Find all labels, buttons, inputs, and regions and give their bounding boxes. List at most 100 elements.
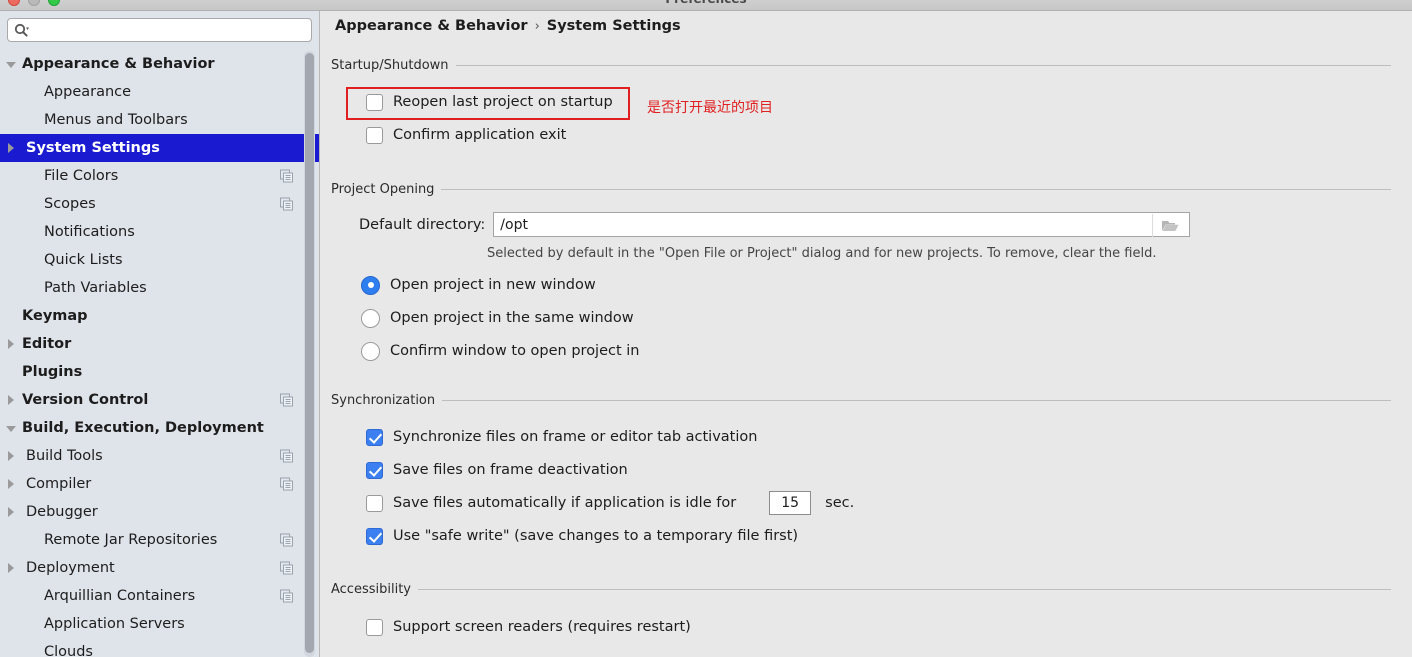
chevron-right-icon[interactable] <box>4 477 18 491</box>
default-directory-input[interactable] <box>494 216 1135 233</box>
sidebar-item-label: Menus and Toolbars <box>44 112 188 128</box>
sidebar-item-system-settings[interactable]: System Settings <box>0 134 319 162</box>
sync-on-activation-checkbox[interactable] <box>366 428 383 446</box>
default-directory-hint: Selected by default in the "Open File or… <box>487 246 1157 261</box>
sidebar-item-version-control[interactable]: Version Control <box>0 386 319 414</box>
row-sync-on-activation[interactable]: Synchronize files on frame or editor tab… <box>366 423 1391 451</box>
row-confirm-application-exit[interactable]: Confirm application exit <box>366 121 1391 149</box>
sidebar-item-quick-lists[interactable]: Quick Lists <box>0 246 319 274</box>
divider <box>442 399 1391 401</box>
sidebar-item-build-tools[interactable]: Build Tools <box>0 442 319 470</box>
sidebar-item-label: Scopes <box>44 196 96 212</box>
sidebar-item-compiler[interactable]: Compiler <box>0 470 319 498</box>
sidebar-item-plugins[interactable]: Plugins <box>0 358 319 386</box>
sidebar-item-appearance-behavior[interactable]: Appearance & Behavior <box>0 50 319 78</box>
save-on-deactivation-checkbox[interactable] <box>366 461 383 479</box>
row-save-when-idle[interactable]: Save files automatically if application … <box>366 489 1391 517</box>
group-accessibility-header: Accessibility <box>331 581 1391 597</box>
group-project-opening-header: Project Opening <box>331 181 1391 197</box>
safe-write-label: Use "safe write" (save changes to a temp… <box>393 528 799 544</box>
sidebar-item-label: Application Servers <box>44 616 185 632</box>
copy-icon[interactable] <box>280 169 293 183</box>
sidebar-item-arquillian-containers[interactable]: Arquillian Containers <box>0 582 319 610</box>
copy-icon[interactable] <box>280 449 293 463</box>
browse-directory-button[interactable] <box>1152 214 1188 237</box>
window-title: Preferences <box>0 0 1412 6</box>
safe-write-checkbox[interactable] <box>366 527 383 545</box>
chevron-down-icon[interactable] <box>4 57 18 71</box>
group-accessibility-title: Accessibility <box>331 581 411 597</box>
sidebar-scrollbar-track[interactable] <box>304 51 315 657</box>
settings-sidebar: Appearance & Behavior Appearance Menus and… <box>0 11 320 657</box>
chevron-right-icon[interactable] <box>4 393 18 407</box>
sidebar-item-path-variables[interactable]: Path Variables <box>0 274 319 302</box>
copy-icon[interactable] <box>280 197 293 211</box>
sidebar-item-label: Deployment <box>26 560 115 576</box>
row-safe-write[interactable]: Use "safe write" (save changes to a temp… <box>366 522 1391 550</box>
sidebar-item-appearance[interactable]: Appearance <box>0 78 319 106</box>
save-when-idle-label: Save files automatically if application … <box>393 495 737 511</box>
open-in-new-window-radio[interactable] <box>361 275 380 295</box>
group-synchronization-title: Synchronization <box>331 392 436 408</box>
sidebar-item-notifications[interactable]: Notifications <box>0 218 319 246</box>
copy-icon[interactable] <box>280 561 293 575</box>
sidebar-scrollbar-thumb[interactable] <box>305 53 314 653</box>
idle-seconds-stepper[interactable]: 15 <box>769 491 812 515</box>
group-accessibility: Accessibility Support screen readers (re… <box>331 581 1391 641</box>
search-field[interactable] <box>7 18 312 42</box>
breadcrumb-root[interactable]: Appearance & Behavior <box>335 18 528 34</box>
save-when-idle-checkbox[interactable] <box>366 494 383 512</box>
row-open-in-new-window[interactable]: Open project in new window <box>361 271 1391 299</box>
chevron-right-icon[interactable] <box>4 449 18 463</box>
row-confirm-window[interactable]: Confirm window to open project in <box>361 337 1391 365</box>
sidebar-item-menus-and-toolbars[interactable]: Menus and Toolbars <box>0 106 319 134</box>
row-save-on-deactivation[interactable]: Save files on frame deactivation <box>366 456 1391 484</box>
sidebar-item-clouds[interactable]: Clouds <box>0 638 319 657</box>
sidebar-item-debugger[interactable]: Debugger <box>0 498 319 526</box>
sidebar-item-build-execution-deployment[interactable]: Build, Execution, Deployment <box>0 414 319 442</box>
copy-icon[interactable] <box>280 477 293 491</box>
idle-seconds-unit: sec. <box>825 495 855 511</box>
annotation-highlight-box <box>346 87 630 120</box>
copy-icon[interactable] <box>280 589 293 603</box>
sidebar-item-scopes[interactable]: Scopes <box>0 190 319 218</box>
sidebar-item-label: Keymap <box>22 308 88 324</box>
support-screen-readers-checkbox[interactable] <box>366 618 383 636</box>
chevron-right-icon[interactable] <box>4 505 18 519</box>
breadcrumb: Appearance & Behavior › System Settings <box>335 18 681 34</box>
copy-icon[interactable] <box>280 393 293 407</box>
confirm-window-radio[interactable] <box>361 341 380 361</box>
row-open-in-same-window[interactable]: Open project in the same window <box>361 304 1391 332</box>
confirm-application-exit-label: Confirm application exit <box>393 127 567 143</box>
sidebar-item-label: File Colors <box>44 168 119 184</box>
chevron-right-icon[interactable] <box>4 337 18 351</box>
confirm-application-exit-checkbox[interactable] <box>366 126 383 144</box>
chevron-right-icon[interactable] <box>4 561 18 575</box>
copy-icon[interactable] <box>280 533 293 547</box>
sidebar-item-label: Quick Lists <box>44 252 123 268</box>
sidebar-item-deployment[interactable]: Deployment <box>0 554 319 582</box>
chevron-down-icon <box>26 27 29 30</box>
annotation-text: 是否打开最近的项目 <box>647 100 773 116</box>
search-input[interactable] <box>33 23 293 37</box>
sidebar-item-file-colors[interactable]: File Colors <box>0 162 319 190</box>
default-directory-field[interactable] <box>493 212 1191 237</box>
sidebar-item-remote-jar-repositories[interactable]: Remote Jar Repositories <box>0 526 319 554</box>
chevron-down-icon[interactable] <box>4 421 18 435</box>
settings-main-panel: Appearance & Behavior › System Settings … <box>321 11 1412 657</box>
sidebar-item-application-servers[interactable]: Application Servers <box>0 610 319 638</box>
open-in-same-window-radio[interactable] <box>361 308 380 328</box>
window-titlebar: Preferences <box>0 0 1412 11</box>
sidebar-item-editor[interactable]: Editor <box>0 330 319 358</box>
sidebar-item-label: Editor <box>22 336 72 352</box>
row-support-screen-readers[interactable]: Support screen readers (requires restart… <box>366 613 1391 641</box>
chevron-right-icon[interactable] <box>4 141 18 155</box>
sidebar-item-keymap[interactable]: Keymap <box>0 302 319 330</box>
